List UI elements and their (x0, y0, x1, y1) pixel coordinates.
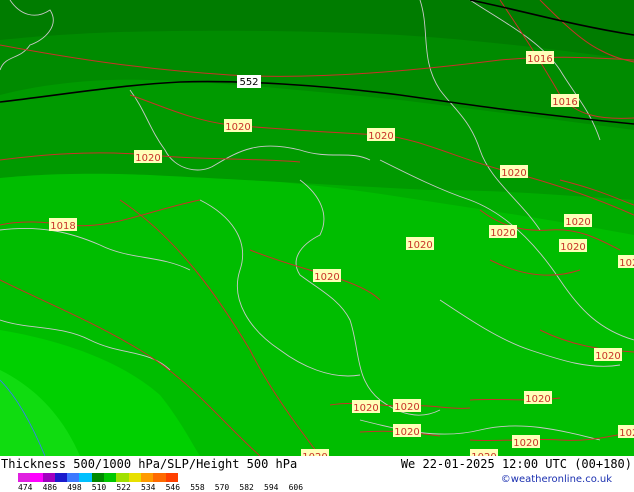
isobar-label: 1020 (406, 237, 434, 251)
scale-swatch (42, 473, 55, 482)
isobar-label: 1020 (393, 424, 421, 438)
isobar-label: 1020 (489, 225, 517, 239)
scale-tick-label: 606 (288, 483, 304, 492)
scale-tick-label: 558 (190, 483, 205, 492)
scale-swatch (153, 473, 166, 482)
isobar-label: 1020 (564, 214, 592, 228)
scale-swatch (79, 473, 92, 482)
scale-swatch (67, 473, 80, 482)
credit-link[interactable]: ©weatheronline.co.uk (501, 474, 612, 485)
scale-tick-label: 582 (239, 483, 254, 492)
scale-tick-label: 534 (141, 483, 156, 492)
isobar-label: 1016 (526, 51, 554, 65)
svg-text:1020: 1020 (501, 168, 526, 179)
isobar-label: 1020 (313, 269, 341, 283)
svg-text:1020: 1020 (225, 122, 250, 133)
svg-text:1020: 1020 (368, 131, 393, 142)
svg-text:1020: 1020 (314, 272, 339, 283)
svg-text:1020: 1020 (525, 394, 550, 405)
scale-swatch (165, 473, 178, 482)
footer: Thickness 500/1000 hPa/SLP/Height 500 hP… (0, 456, 634, 492)
scale-tick-label: 486 (42, 483, 58, 492)
scale-swatch (140, 473, 154, 482)
scale-tick-label: 570 (214, 483, 230, 492)
isobar-label: 1020 (470, 449, 498, 456)
isobar-label: 1020 (500, 165, 528, 179)
svg-text:1020: 1020 (394, 427, 419, 438)
isobar-label: 1020 (618, 255, 634, 269)
svg-text:1018: 1018 (50, 221, 75, 232)
svg-text:552: 552 (239, 77, 258, 88)
scale-tick-label: 498 (67, 483, 82, 492)
scale-swatch (18, 473, 31, 482)
isobar-label: 1020 (512, 435, 540, 449)
isobar-label: 1018 (49, 218, 77, 232)
scale-tick-label: 474 (18, 483, 33, 492)
scale-swatch (116, 473, 129, 482)
isobar-label: 1020 (301, 449, 329, 456)
svg-text:1020: 1020 (619, 258, 634, 269)
isobar-label: 1020 (559, 239, 587, 253)
scale-tick-label: 546 (165, 483, 181, 492)
isobar-label: 1020 (224, 119, 252, 133)
thickness-color-scale (18, 473, 178, 482)
svg-text:1020: 1020 (353, 403, 378, 414)
svg-text:1020: 1020 (407, 240, 432, 251)
scale-swatch (54, 473, 68, 482)
svg-text:1020: 1020 (135, 153, 160, 164)
isobar-label: 1020 (352, 400, 380, 414)
weather-map: 552 1016 1016 1020 1020 1020 1020 1018 1020 1020… (0, 0, 634, 456)
svg-text:1016: 1016 (552, 97, 577, 108)
scale-swatch (104, 473, 117, 482)
isobar-label: 1020 (134, 150, 162, 164)
svg-text:1020: 1020 (560, 242, 585, 253)
isobar-label: 1020 (367, 128, 395, 142)
svg-text:1020: 1020 (513, 438, 538, 449)
scale-tick-label: 522 (116, 483, 131, 492)
svg-text:1020: 1020 (394, 402, 419, 413)
svg-text:1016: 1016 (527, 54, 552, 65)
isobar-label: 1020 (618, 425, 634, 439)
map-title: Thickness 500/1000 hPa/SLP/Height 500 hP… (1, 457, 298, 471)
scale-swatch (91, 473, 105, 482)
scale-swatch (30, 473, 43, 482)
svg-text:1020: 1020 (490, 228, 515, 239)
isobar-label: 1020 (594, 348, 622, 362)
contour-552-label: 552 (237, 75, 261, 88)
isobar-label: 1020 (393, 399, 421, 413)
svg-text:1020: 1020 (619, 428, 634, 439)
scale-tick-label: 510 (91, 483, 107, 492)
svg-text:1020: 1020 (565, 217, 590, 228)
isobar-label: 1016 (551, 94, 579, 108)
scale-swatch (128, 473, 141, 482)
isobar-label: 1020 (524, 391, 552, 405)
valid-date: We 22-01-2025 12:00 UTC (00+180) (400, 457, 632, 471)
scale-tick-label: 594 (264, 483, 279, 492)
svg-text:1020: 1020 (595, 351, 620, 362)
